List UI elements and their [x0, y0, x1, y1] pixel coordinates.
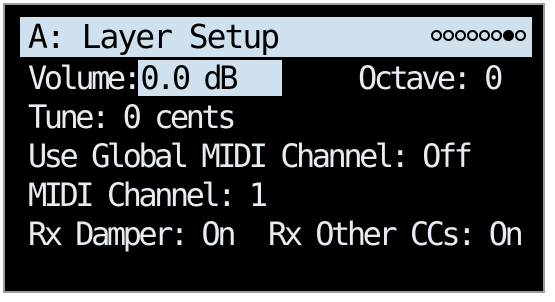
- page-dot-icon[interactable]: [455, 30, 466, 41]
- page-indicator[interactable]: [431, 30, 526, 44]
- tune-param[interactable]: Tune: 0 cents: [28, 99, 236, 135]
- page-dot-active-icon[interactable]: [503, 30, 514, 41]
- volume-label: Volume:: [28, 59, 142, 97]
- page-dot-icon[interactable]: [479, 30, 490, 41]
- page-dot-icon[interactable]: [515, 30, 526, 41]
- page-dot-icon[interactable]: [467, 30, 478, 41]
- midi-channel-param[interactable]: MIDI Channel: 1: [28, 177, 268, 213]
- volume-row[interactable]: Volume:0.0 dB Octave: 0: [28, 59, 503, 97]
- volume-value[interactable]: 0.0 dB: [138, 60, 283, 96]
- rx-other-ccs-param[interactable]: Rx Other CCs: On: [268, 216, 524, 252]
- oled-screen: A: Layer Setup Volume:0.0 dB Octave: 0 T…: [20, 17, 532, 279]
- rx-row: Rx Damper: On Rx Other CCs: On: [28, 216, 532, 252]
- rx-damper-param[interactable]: Rx Damper: On: [28, 215, 236, 253]
- page-dot-icon[interactable]: [443, 30, 454, 41]
- page-dot-icon[interactable]: [491, 30, 502, 41]
- display-frame: A: Layer Setup Volume:0.0 dB Octave: 0 T…: [3, 3, 545, 293]
- octave-param[interactable]: Octave: 0: [358, 60, 503, 96]
- page-dot-icon[interactable]: [431, 30, 442, 41]
- global-midi-param[interactable]: Use Global MIDI Channel: Off: [28, 138, 473, 174]
- page-title: A: Layer Setup: [28, 17, 280, 56]
- title-bar: A: Layer Setup: [20, 17, 532, 57]
